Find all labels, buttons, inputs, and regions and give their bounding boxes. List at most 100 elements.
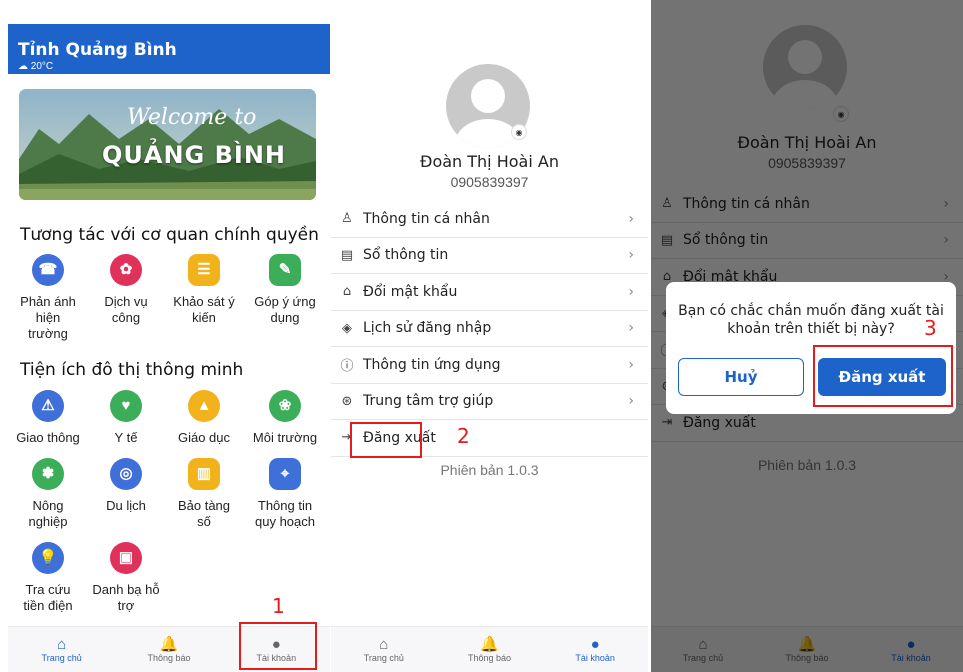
nav-label: Thông báo (467, 653, 511, 663)
nav-home[interactable]: ⌂ Trang chủ (17, 636, 107, 663)
nav-label: Thông báo (147, 653, 191, 663)
travel-icon: ◎ (110, 458, 142, 490)
health-icon: ♥ (110, 390, 142, 422)
menu-label: Sổ thông tin (363, 247, 449, 264)
utility-education[interactable]: ▲ Giáo dục (164, 390, 244, 446)
home-icon: ⌂ (379, 636, 389, 653)
utility-planning[interactable]: ⌖ Thông tin quy hoạch (244, 458, 326, 530)
nav-account[interactable]: ● Tài khoản (550, 636, 640, 663)
utility-electricity[interactable]: 💡 Tra cứu tiền điện (8, 542, 88, 614)
nav-notifications[interactable]: 🔔 Thông báo (444, 636, 534, 663)
weather-info: ☁ 20°C (18, 61, 330, 72)
app-version: Phiên bản 1.0.3 (440, 462, 539, 478)
info-icon: ⓘ (340, 359, 354, 375)
service-label: Dịch vụ công (104, 294, 148, 325)
utility-label: Giao thông (16, 430, 80, 445)
highlight-box-account (239, 622, 317, 670)
education-icon: ▲ (188, 390, 220, 422)
menu-info-book[interactable]: ▤ Sổ thông tin › (331, 238, 648, 274)
bell-icon: 🔔 (159, 636, 179, 653)
menu-change-password[interactable]: ⌂ Đổi mật khẩu › (331, 274, 648, 311)
utility-label: Giáo dục (177, 430, 231, 445)
weather-temp: 20°C (30, 61, 54, 72)
service-label: Góp ý ứng dụng (254, 294, 316, 325)
dialog-question: Bạn có chắc chắn muốn đăng xuất tài khoả… (678, 303, 944, 337)
nav-label: Tài khoản (575, 653, 615, 663)
account-menu: ♙ Thông tin cá nhân › ▤ Sổ thông tin › ⌂ Đổi … (331, 201, 648, 457)
electricity-icon: 💡 (32, 542, 64, 574)
utility-contacts[interactable]: ▣ Danh bạ hỗ trợ (88, 542, 164, 614)
feedback-icon: ✎ (269, 254, 301, 286)
nav-label: Trang chủ (363, 653, 404, 663)
chevron-right-icon: › (628, 210, 634, 227)
step-number-3: 3 (924, 316, 937, 340)
service-field-report[interactable]: ☎ Phản ánh hiện trường (8, 254, 88, 342)
nav-notifications[interactable]: 🔔 Thông báo (124, 636, 214, 663)
camera-icon[interactable]: ◉ (511, 124, 527, 140)
menu-label: Đổi mật khẩu (363, 283, 458, 300)
menu-help-center[interactable]: ⊛ Trung tâm trợ giúp › (331, 384, 648, 420)
menu-label: Thông tin ứng dụng (363, 356, 501, 373)
utility-travel[interactable]: ◎ Du lịch (88, 458, 164, 530)
public-service-icon: ✿ (110, 254, 142, 286)
agriculture-icon: ✽ (32, 458, 64, 490)
service-survey[interactable]: ☰ Khảo sát ý kiến (164, 254, 244, 342)
service-public-service[interactable]: ✿ Dịch vụ công (88, 254, 164, 342)
profile-phone: 0905839397 (450, 174, 529, 190)
profile-name: Đoàn Thị Hoài An (420, 152, 559, 171)
menu-label: Trung tâm trợ giúp (363, 393, 494, 410)
utility-museum[interactable]: ▥ Bảo tàng số (164, 458, 244, 530)
notebook-icon: ▤ (340, 247, 354, 263)
nav-home[interactable]: ⌂ Trang chủ (339, 636, 429, 663)
environment-icon: ❀ (269, 390, 301, 422)
utility-traffic[interactable]: ⚠ Giao thông (8, 390, 88, 446)
contacts-icon: ▣ (110, 542, 142, 574)
nav-label: Trang chủ (41, 653, 82, 663)
menu-login-history[interactable]: ◈ Lịch sử đăng nhập › (331, 311, 648, 347)
menu-personal-info[interactable]: ♙ Thông tin cá nhân › (331, 201, 648, 238)
utility-environment[interactable]: ❀ Môi trường (244, 390, 326, 446)
cloud-icon: ☁ (18, 61, 28, 72)
section-government-title: Tương tác với cơ quan chính quyền (20, 225, 319, 245)
utility-label: Danh bạ hỗ trợ (92, 582, 160, 613)
banner-place-text: QUẢNG BÌNH (102, 141, 286, 169)
logout-confirm-screen: ◉ Đoàn Thị Hoài An 0905839397 ♙Thông tin… (651, 0, 963, 672)
cancel-button[interactable]: Huỷ (678, 358, 804, 396)
account-screen: ◉ Đoàn Thị Hoài An 0905839397 ♙ Thông tin… (331, 0, 648, 672)
government-services-grid: ☎ Phản ánh hiện trường ✿ Dịch vụ công ☰ … (8, 254, 330, 342)
utility-health[interactable]: ♥ Y tế (88, 390, 164, 446)
utility-label: Môi trường (252, 430, 318, 445)
step-number-1: 1 (272, 594, 285, 618)
shield-icon: ◈ (342, 320, 352, 336)
traffic-icon: ⚠ (32, 390, 64, 422)
bottom-navigation: ⌂ Trang chủ 🔔 Thông báo ● Tài khoản (331, 626, 648, 672)
section-smart-city-title: Tiện ích đô thị thông minh (20, 360, 244, 380)
utility-agriculture[interactable]: ✽ Nông nghiệp (8, 458, 88, 530)
lifebuoy-icon: ⊛ (341, 393, 353, 409)
chevron-right-icon: › (628, 247, 634, 264)
utility-label: Y tế (114, 430, 138, 445)
highlight-box-logout (350, 422, 422, 458)
utility-label: Bảo tàng số (177, 498, 231, 529)
welcome-banner[interactable]: Welcome to QUẢNG BÌNH (19, 89, 316, 200)
service-label: Phản ánh hiện trường (20, 294, 76, 341)
chevron-right-icon: › (628, 283, 634, 300)
lock-icon: ⌂ (342, 284, 352, 300)
utility-label: Nông nghiệp (28, 498, 68, 529)
step-number-2: 2 (457, 424, 470, 448)
map-icon: ⌖ (269, 458, 301, 490)
menu-label: Lịch sử đăng nhập (363, 320, 492, 337)
utility-label: Tra cứu tiền điện (23, 582, 73, 613)
bell-icon: 🔔 (480, 636, 499, 653)
chevron-right-icon: › (628, 320, 634, 337)
service-app-feedback[interactable]: ✎ Góp ý ứng dụng (244, 254, 326, 342)
service-label: Khảo sát ý kiến (173, 294, 235, 325)
chevron-right-icon: › (628, 393, 634, 410)
province-title: Tỉnh Quảng Bình (18, 40, 177, 60)
home-screen: Tỉnh Quảng Bình ☁ 20°C Welcome to QUẢNG … (8, 0, 330, 672)
menu-app-info[interactable]: ⓘ Thông tin ứng dụng › (331, 347, 648, 384)
app-header: Tỉnh Quảng Bình ☁ 20°C (8, 24, 330, 74)
utility-label: Du lịch (106, 498, 146, 513)
chevron-right-icon: › (628, 356, 634, 373)
menu-label: Thông tin cá nhân (363, 210, 490, 227)
